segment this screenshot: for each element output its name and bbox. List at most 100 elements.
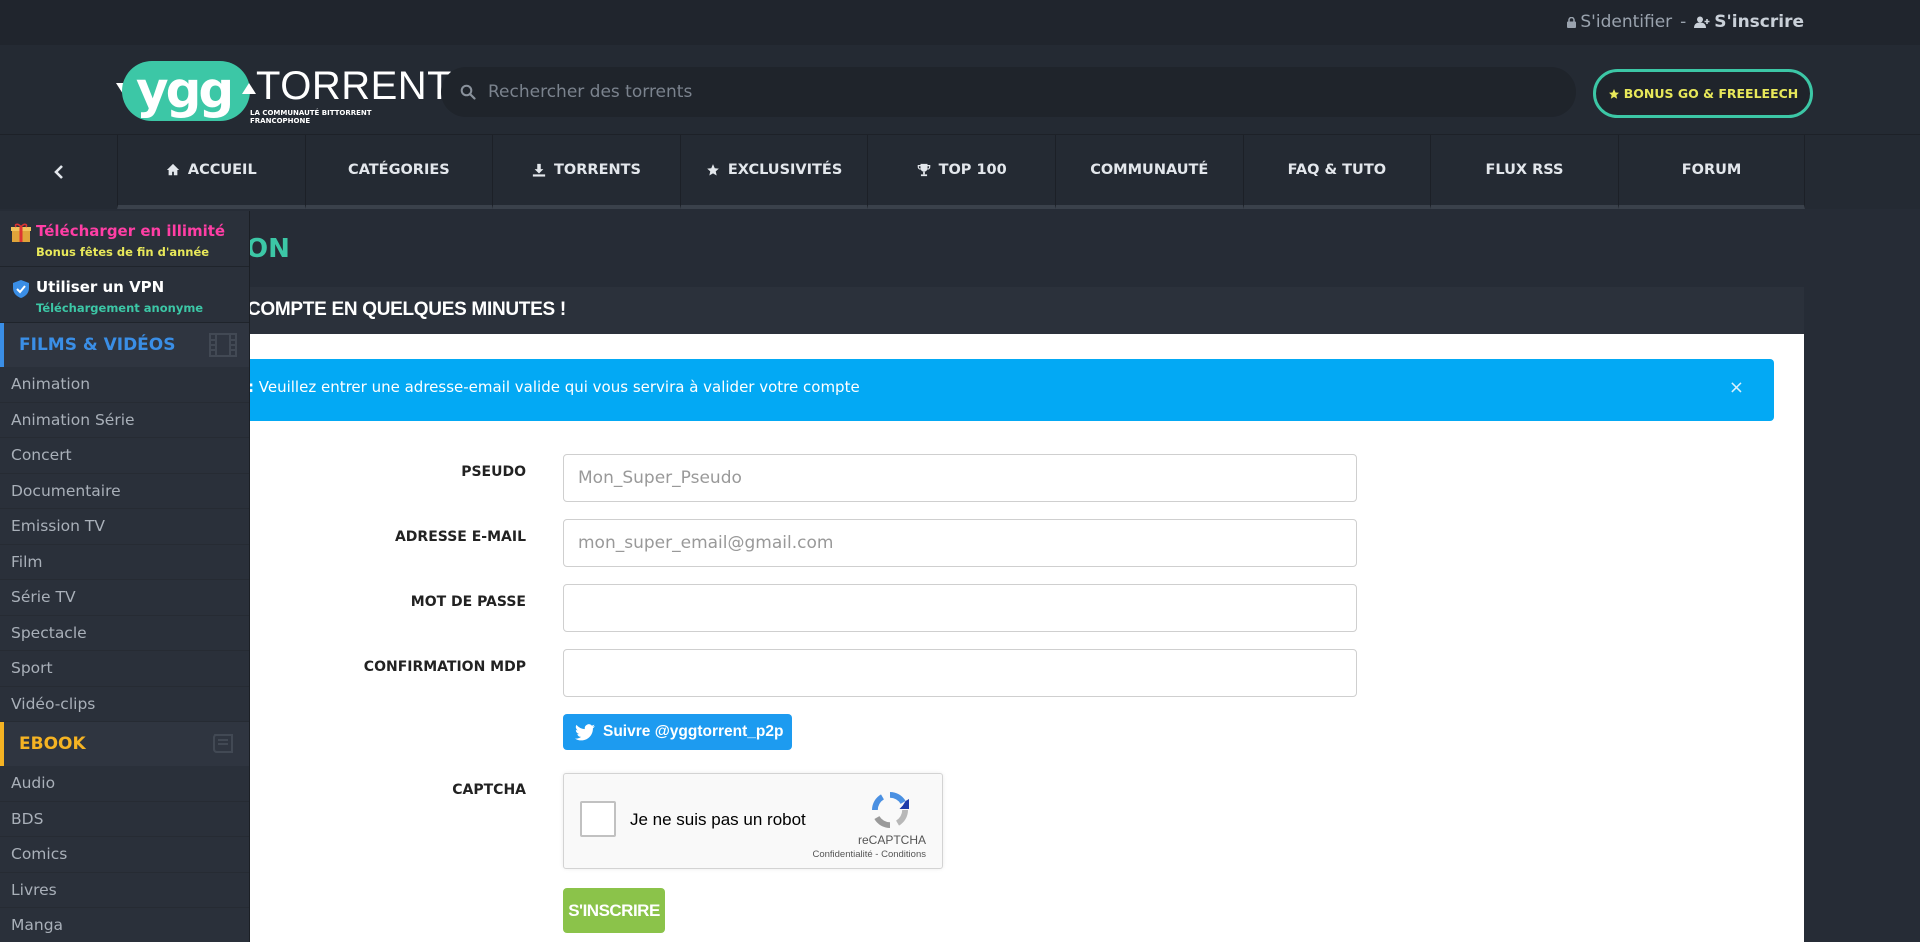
signup-submit-button[interactable]: S'INSCRIRE xyxy=(563,888,665,933)
panel-heading-text: COMPTE EN QUELQUES MINUTES ! xyxy=(247,299,566,320)
pseudo-input[interactable] xyxy=(563,454,1357,502)
confirm-password-input[interactable] xyxy=(563,649,1357,697)
gift-icon xyxy=(11,223,31,242)
header: ygg TORRENT LA COMMUNAUTÉ BITTORRENT FRA… xyxy=(0,45,1920,135)
main-nav: ACCUEIL CATÉGORIES TORRENTS EXCLUSIVITÉS… xyxy=(0,135,1920,209)
home-icon xyxy=(166,163,179,176)
film-icon xyxy=(209,333,237,357)
promo-subtitle: Bonus fêtes de fin d'année xyxy=(36,245,210,259)
tab-label: CATÉGORIES xyxy=(348,162,450,178)
sidebar-item-livres[interactable]: Livres xyxy=(0,873,249,908)
sidebar-item-serie-tv[interactable]: Série TV xyxy=(0,580,249,616)
alert-message: : Veuillez entrer une adresse-email vali… xyxy=(248,378,860,396)
sidebar-item-emission-tv[interactable]: Emission TV xyxy=(0,509,249,545)
sidebar-item-sport[interactable]: Sport xyxy=(0,651,249,687)
recaptcha-icon xyxy=(872,792,909,828)
star-icon xyxy=(707,164,719,176)
sidebar-toggle[interactable] xyxy=(0,135,118,209)
sidebar-item-animation[interactable]: Animation xyxy=(0,367,249,403)
site-logo[interactable]: ygg TORRENT LA COMMUNAUTÉ BITTORRENT FRA… xyxy=(116,61,452,125)
tab-label: FLUX RSS xyxy=(1485,162,1564,178)
search-bar[interactable] xyxy=(441,67,1576,117)
logo-torrent-text: TORRENT xyxy=(256,64,453,108)
tab-label: FAQ & TUTO xyxy=(1287,162,1387,178)
password-input[interactable] xyxy=(563,584,1357,632)
promo-unlimited[interactable]: Télécharger en illimité Bonus fêtes de f… xyxy=(0,211,249,267)
book-icon xyxy=(213,734,233,753)
panel-heading: COMPTE EN QUELQUES MINUTES ! xyxy=(118,287,1804,335)
recaptcha-text: Je ne suis pas un robot xyxy=(630,810,806,829)
category-ebook[interactable]: EBOOK xyxy=(0,722,249,766)
email-input[interactable] xyxy=(563,519,1357,567)
promo-subtitle: Téléchargement anonyme xyxy=(36,301,204,315)
logo-ygg-text: ygg xyxy=(136,61,234,119)
sidebar-item-spectacle[interactable]: Spectacle xyxy=(0,616,249,651)
auth-links: S'identifier - S'inscrire xyxy=(1567,12,1804,32)
tab-label: EXCLUSIVITÉS xyxy=(727,162,843,178)
email-label: ADRESSE E-MAIL xyxy=(394,529,526,545)
tab-top100[interactable]: TOP 100 xyxy=(867,135,1055,209)
promo-title: Utiliser un VPN xyxy=(36,278,165,296)
tab-faq-tuto[interactable]: FAQ & TUTO xyxy=(1242,135,1431,209)
registration-panel: : Veuillez entrer une adresse-email vali… xyxy=(118,334,1804,942)
captcha-label: CAPTCHA xyxy=(452,782,526,798)
nav-tabs: ACCUEIL CATÉGORIES TORRENTS EXCLUSIVITÉS… xyxy=(117,135,1806,209)
user-plus-icon xyxy=(1694,16,1710,28)
twitter-icon xyxy=(575,723,595,740)
signup-link[interactable]: S'inscrire xyxy=(1694,12,1804,32)
promo-vpn[interactable]: Utiliser un VPN Téléchargement anonyme xyxy=(0,267,249,323)
recaptcha-terms[interactable]: Confidentialité - Conditions xyxy=(812,849,926,860)
recaptcha-brand: reCAPTCHA xyxy=(857,833,926,847)
top-bar: S'identifier - S'inscrire xyxy=(0,0,1920,45)
login-link[interactable]: S'identifier xyxy=(1567,12,1672,32)
sidebar: Télécharger en illimité Bonus fêtes de f… xyxy=(0,211,250,942)
category-items-ebook: Audio BDS Comics Livres Manga xyxy=(0,766,249,942)
recaptcha-checkbox[interactable] xyxy=(580,801,616,837)
tab-torrents[interactable]: TORRENTS xyxy=(492,135,680,209)
tab-forum[interactable]: FORUM xyxy=(1617,135,1806,209)
bonus-button[interactable]: BONUS GO & FREELEECH xyxy=(1593,69,1813,118)
auth-separator: - xyxy=(1680,12,1687,32)
tab-exclusivites[interactable]: EXCLUSIVITÉS xyxy=(679,135,868,209)
tab-accueil[interactable]: ACCUEIL xyxy=(117,135,305,209)
signup-label: S'inscrire xyxy=(1714,12,1804,32)
sidebar-item-bds[interactable]: BDS xyxy=(0,802,249,837)
tab-label: COMMUNAUTÉ xyxy=(1090,162,1209,178)
confirm-password-label: CONFIRMATION MDP xyxy=(363,659,526,675)
recaptcha-widget: Je ne suis pas un robot reCAPTCHA Confid… xyxy=(563,773,943,869)
chevron-left-icon xyxy=(54,165,63,179)
info-alert: : Veuillez entrer une adresse-email vali… xyxy=(244,359,1774,421)
tab-categories[interactable]: CATÉGORIES xyxy=(304,135,493,209)
sidebar-item-documentaire[interactable]: Documentaire xyxy=(0,474,249,509)
tab-label: ACCUEIL xyxy=(187,162,257,178)
pseudo-label: PSEUDO xyxy=(461,464,526,480)
password-label: MOT DE PASSE xyxy=(410,594,526,610)
tab-flux-rss[interactable]: FLUX RSS xyxy=(1430,135,1618,209)
bonus-label: BONUS GO & FREELEECH xyxy=(1623,86,1799,101)
close-icon[interactable]: × xyxy=(1729,377,1744,398)
category-films-videos[interactable]: FILMS & VIDÉOS xyxy=(0,323,249,367)
sidebar-item-video-clips[interactable]: Vidéo-clips xyxy=(0,687,249,722)
twitter-label: Suivre @yggtorrent_p2p xyxy=(603,723,784,740)
star-icon xyxy=(1608,88,1619,99)
sidebar-item-film[interactable]: Film xyxy=(0,545,249,580)
shield-check-icon xyxy=(13,280,29,298)
promo-title: Télécharger en illimité xyxy=(36,222,226,240)
sidebar-item-comics[interactable]: Comics xyxy=(0,837,249,873)
sidebar-item-audio[interactable]: Audio xyxy=(0,766,249,802)
alert-text: Veuillez entrer une adresse-email valide… xyxy=(254,378,860,396)
category-items-films: Animation Animation Série Concert Docume… xyxy=(0,367,249,722)
page-title-text: ON xyxy=(246,234,290,264)
tab-label: TOP 100 xyxy=(938,162,1007,178)
tab-label: TORRENTS xyxy=(554,162,641,178)
trophy-icon xyxy=(917,163,930,177)
twitter-follow-button[interactable]: Suivre @yggtorrent_p2p xyxy=(563,714,792,750)
category-label: EBOOK xyxy=(19,734,86,754)
sidebar-item-concert[interactable]: Concert xyxy=(0,438,249,474)
search-input[interactable] xyxy=(488,82,1488,102)
sidebar-item-manga[interactable]: Manga xyxy=(0,908,249,942)
logo-tagline: LA COMMUNAUTÉ BITTORRENT FRANCOPHONE xyxy=(250,109,372,125)
category-label: FILMS & VIDÉOS xyxy=(19,335,176,355)
tab-communaute[interactable]: COMMUNAUTÉ xyxy=(1054,135,1243,209)
sidebar-item-animation-serie[interactable]: Animation Série xyxy=(0,403,249,438)
